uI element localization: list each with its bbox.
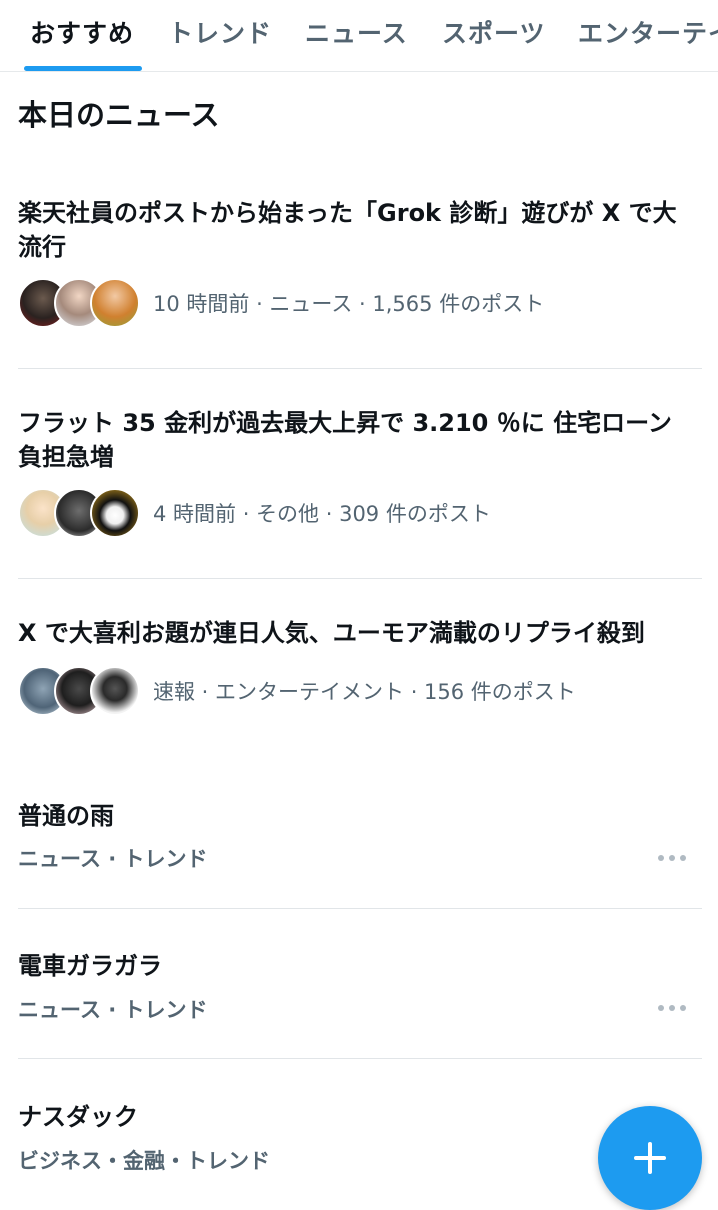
trend-category: ニュース · トレンド (18, 847, 208, 871)
trend-title: 普通の雨 (18, 802, 114, 830)
avatar-stack (18, 488, 140, 540)
tab-trending[interactable]: トレンド (168, 14, 272, 54)
news-meta: 速報 · エンターテイメント · 156 件のポスト (153, 680, 576, 704)
news-meta-row: 10 時間前 · ニュース · 1,565 件のポスト (18, 278, 698, 330)
news-meta-row: 4 時間前 · その他 · 309 件のポスト (18, 488, 698, 540)
avatar (90, 278, 140, 328)
divider (18, 1058, 702, 1059)
avatar (90, 488, 140, 538)
news-meta: 4 時間前 · その他 · 309 件のポスト (153, 502, 491, 526)
more-horizontal-icon[interactable] (656, 1002, 688, 1014)
tab-entertainment[interactable]: エンターテイ (578, 14, 718, 54)
explore-tab-bar: おすすめ トレンド ニュース スポーツ エンターテイ (0, 0, 718, 72)
divider (18, 578, 702, 579)
trend-title: ナスダック (18, 1103, 138, 1131)
avatar-stack (18, 278, 140, 330)
divider (18, 908, 702, 909)
news-title: フラット 35 金利が過去最大上昇で 3.210 ％に 住宅ローン 負担急増 (18, 409, 672, 471)
avatar (90, 666, 140, 716)
tab-recommended[interactable]: おすすめ (30, 14, 134, 54)
active-tab-indicator (24, 66, 142, 71)
trend-category: ビジネス・金融・トレンド (18, 1149, 270, 1173)
divider (18, 368, 702, 369)
tab-news[interactable]: ニュース (305, 14, 408, 54)
trend-category: ニュース · トレンド (18, 998, 208, 1022)
more-horizontal-icon[interactable] (656, 852, 688, 864)
trend-title: 電車ガラガラ (18, 952, 162, 980)
compose-button[interactable] (598, 1106, 702, 1210)
news-meta: 10 時間前 · ニュース · 1,565 件のポスト (153, 292, 545, 316)
news-meta-row: 速報 · エンターテイメント · 156 件のポスト (18, 666, 698, 718)
tab-sports[interactable]: スポーツ (442, 14, 546, 54)
news-title: 楽天社員のポストから始まった「Grok 診断」遊びが X で大 流行 (18, 199, 677, 261)
news-title: X で大喜利お題が連日人気、ユーモア満載のリプライ殺到 (18, 619, 645, 647)
avatar-stack (18, 666, 140, 718)
section-title: 本日のニュース (18, 98, 220, 132)
